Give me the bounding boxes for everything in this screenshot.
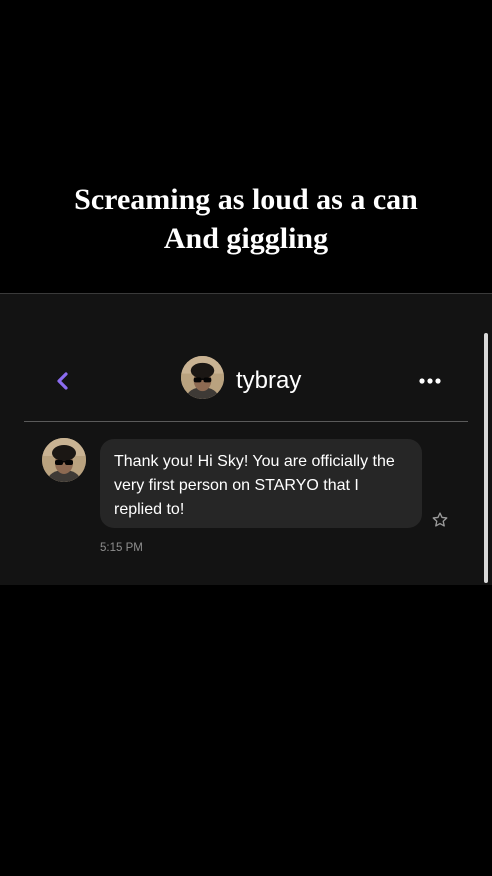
username[interactable]: tybray <box>236 366 301 396</box>
star-button[interactable] <box>431 511 449 529</box>
more-options-button[interactable] <box>416 372 446 390</box>
caption-overlay: Screaming as loud as a can And giggling <box>0 180 492 258</box>
message-bubble[interactable]: Thank you! Hi Sky! You are officially th… <box>100 439 422 528</box>
header-divider <box>24 421 468 422</box>
back-button[interactable] <box>52 369 74 393</box>
caption-line-1: Screaming as loud as a can <box>74 183 418 216</box>
caption-line-2: And giggling <box>163 222 329 255</box>
star-outline-icon <box>432 512 448 527</box>
message-timestamp: 5:15 PM <box>100 542 143 554</box>
header-avatar[interactable] <box>181 356 224 399</box>
scrollbar[interactable] <box>484 333 488 583</box>
more-horizontal-icon <box>419 378 441 384</box>
message-line-3: replied to! <box>114 501 185 518</box>
chevron-left-icon <box>57 372 68 390</box>
message-line-2: very first person on STARYO that I <box>114 477 359 494</box>
message-avatar[interactable] <box>42 438 86 482</box>
message-line-1: Thank you! Hi Sky! You are officially th… <box>114 453 395 470</box>
